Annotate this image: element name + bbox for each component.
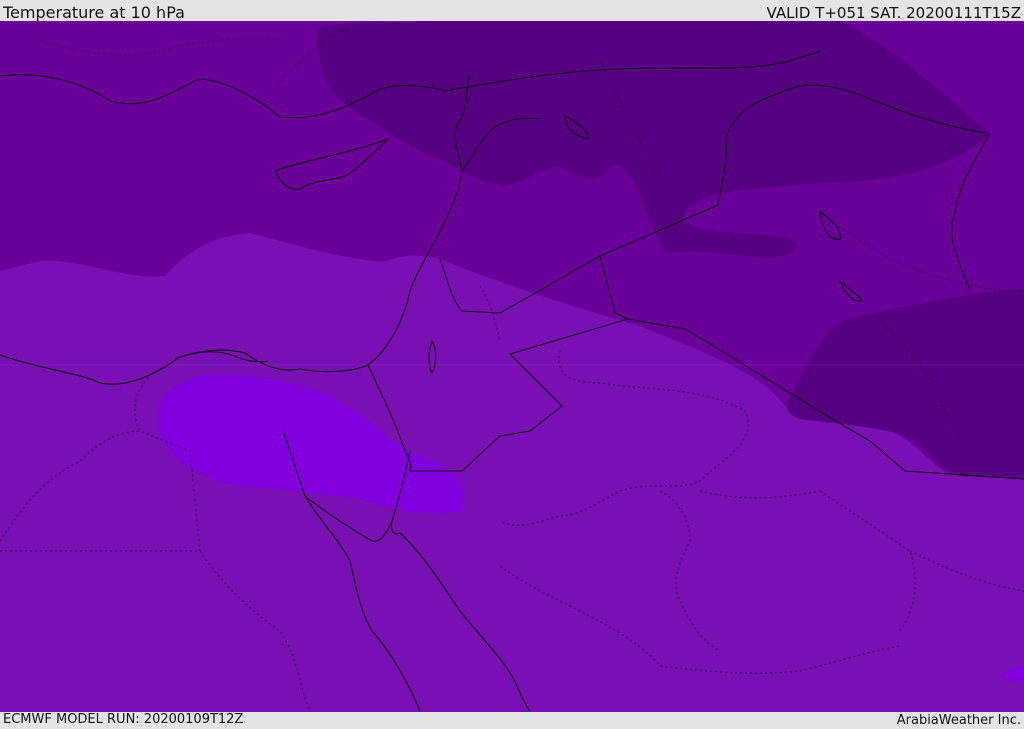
- header-bar: Temperature at 10 hPa VALID T+051 SAT. 2…: [0, 0, 1024, 22]
- map-title: Temperature at 10 hPa: [3, 3, 185, 22]
- valid-time: VALID T+051 SAT. 20200111T15Z: [766, 4, 1021, 22]
- map-frame: Temperature at 10 hPa VALID T+051 SAT. 2…: [0, 0, 1024, 729]
- credit: ArabiaWeather Inc.: [896, 713, 1021, 728]
- model-run: ECMWF MODEL RUN: 20200109T12Z: [3, 712, 244, 727]
- footer-bar: ECMWF MODEL RUN: 20200109T12Z ArabiaWeat…: [0, 712, 1024, 729]
- weather-map: [0, 21, 1024, 712]
